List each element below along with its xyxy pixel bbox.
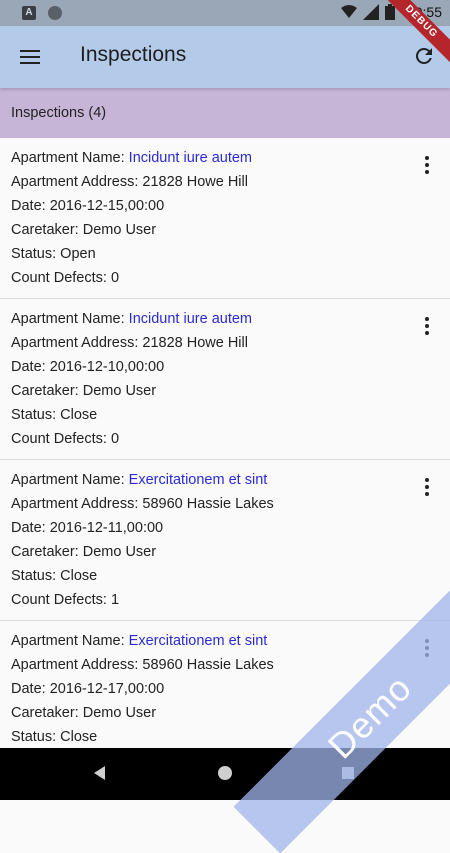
apartment-address-label: Apartment Address: <box>11 174 143 190</box>
apartment-address-label: Apartment Address: <box>11 496 143 512</box>
apartment-address-value: 21828 Howe Hill <box>142 174 248 190</box>
date-line: Date: 2016-12-15,00:00 <box>11 198 164 214</box>
status-label: Status: <box>11 568 61 584</box>
date-value: 2016-12-11,00:00 <box>49 520 164 536</box>
more-vert-icon[interactable] <box>422 317 432 339</box>
date-line: Date: 2016-12-17,00:00 <box>11 681 164 697</box>
caretaker-label: Caretaker: <box>11 544 83 560</box>
apartment-name-line: Apartment Name: Exercitationem et sint <box>11 633 267 649</box>
apartment-address-value: 58960 Hassie Lakes <box>142 496 274 512</box>
caretaker-label: Caretaker: <box>11 705 83 721</box>
date-line: Date: 2016-12-10,00:00 <box>11 359 164 375</box>
status-line: Status: Open <box>11 246 96 262</box>
status-value: Close <box>60 729 98 745</box>
date-label: Date: <box>11 359 50 375</box>
caretaker-line: Caretaker: Demo User <box>11 222 156 238</box>
count-defects-label: Count Defects: <box>11 592 111 608</box>
apartment-name-link[interactable]: Incidunt iure autem <box>129 311 252 327</box>
inspection-card[interactable]: Apartment Name: Incidunt iure autem Apar… <box>0 299 450 460</box>
hamburger-menu-icon[interactable] <box>18 46 42 68</box>
wifi-icon <box>340 5 357 18</box>
caretaker-label: Caretaker: <box>11 222 83 238</box>
status-line: Status: Close <box>11 729 97 745</box>
apartment-address-value: 58960 Hassie Lakes <box>142 657 274 673</box>
circle-icon <box>48 6 62 20</box>
count-defects-line: Count Defects: 0 <box>11 431 119 447</box>
inspection-card[interactable]: Apartment Name: Incidunt iure autem Apar… <box>0 138 450 299</box>
status-line: Status: Close <box>11 568 97 584</box>
date-value: 2016-12-17,00:00 <box>49 681 165 697</box>
section-header: Inspections (4) <box>0 88 450 138</box>
apartment-name-line: Apartment Name: Incidunt iure autem <box>11 311 252 327</box>
apartment-address-line: Apartment Address: 21828 Howe Hill <box>11 335 248 351</box>
caretaker-value: Demo User <box>82 705 157 721</box>
page-title: Inspections <box>80 43 187 66</box>
date-label: Date: <box>11 681 50 697</box>
apartment-address-line: Apartment Address: 58960 Hassie Lakes <box>11 657 274 673</box>
section-header-label: Inspections (4) <box>11 105 107 121</box>
apartment-name-label: Apartment Name: <box>11 633 129 649</box>
date-label: Date: <box>11 198 50 214</box>
apartment-address-line: Apartment Address: 58960 Hassie Lakes <box>11 496 274 512</box>
status-line: Status: Close <box>11 407 97 423</box>
apartment-name-link[interactable]: Incidunt iure autem <box>129 150 252 166</box>
inspection-card[interactable]: Apartment Name: Exercitationem et sint A… <box>0 460 450 621</box>
more-vert-icon[interactable] <box>422 156 432 178</box>
status-label: Status: <box>11 729 61 745</box>
date-line: Date: 2016-12-11,00:00 <box>11 520 163 536</box>
nav-home-icon[interactable] <box>218 766 232 780</box>
date-value: 2016-12-10,00:00 <box>49 359 165 375</box>
caretaker-line: Caretaker: Demo User <box>11 544 156 560</box>
caretaker-line: Caretaker: Demo User <box>11 383 156 399</box>
apartment-address-label: Apartment Address: <box>11 335 143 351</box>
status-value: Close <box>60 568 98 584</box>
count-defects-line: Count Defects: 1 <box>11 592 119 608</box>
status-bar: A 10:55 <box>0 0 450 26</box>
status-value: Close <box>60 407 98 423</box>
status-value: Open <box>60 246 96 262</box>
apartment-address-label: Apartment Address: <box>11 657 143 673</box>
caretaker-value: Demo User <box>82 544 157 560</box>
apartment-name-label: Apartment Name: <box>11 150 129 166</box>
caretaker-value: Demo User <box>82 222 157 238</box>
app-a-icon: A <box>22 6 36 20</box>
apartment-name-line: Apartment Name: Exercitationem et sint <box>11 472 267 488</box>
date-label: Date: <box>11 520 50 536</box>
count-defects-value: 0 <box>110 270 120 286</box>
refresh-icon[interactable] <box>412 44 436 68</box>
count-defects-label: Count Defects: <box>11 431 111 447</box>
apartment-name-link[interactable]: Exercitationem et sint <box>129 472 268 488</box>
nav-back-icon[interactable] <box>94 766 105 780</box>
apartment-name-label: Apartment Name: <box>11 472 129 488</box>
count-defects-line: Count Defects: 0 <box>11 270 119 286</box>
caretaker-label: Caretaker: <box>11 383 83 399</box>
apartment-address-line: Apartment Address: 21828 Howe Hill <box>11 174 248 190</box>
signal-icon <box>362 4 379 20</box>
apartment-address-value: 21828 Howe Hill <box>142 335 248 351</box>
count-defects-value: 0 <box>110 431 120 447</box>
apartment-name-link[interactable]: Exercitationem et sint <box>129 633 268 649</box>
more-vert-icon[interactable] <box>422 478 432 500</box>
caretaker-line: Caretaker: Demo User <box>11 705 156 721</box>
app-bar: Inspections <box>0 26 450 88</box>
count-defects-value: 1 <box>110 592 120 608</box>
system-nav-bar <box>0 748 450 800</box>
apartment-name-label: Apartment Name: <box>11 311 129 327</box>
status-label: Status: <box>11 407 61 423</box>
apartment-name-line: Apartment Name: Incidunt iure autem <box>11 150 252 166</box>
date-value: 2016-12-15,00:00 <box>49 198 165 214</box>
caretaker-value: Demo User <box>82 383 157 399</box>
count-defects-label: Count Defects: <box>11 270 111 286</box>
status-label: Status: <box>11 246 61 262</box>
